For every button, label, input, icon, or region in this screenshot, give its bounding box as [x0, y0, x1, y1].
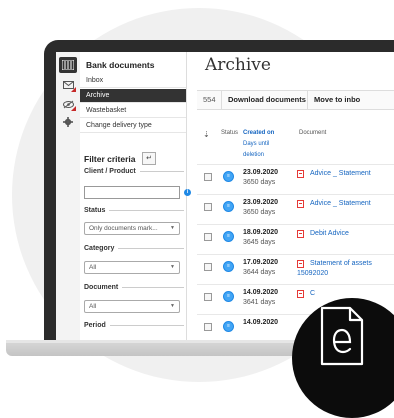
row-document-link-line2[interactable]: 15092020 [297, 270, 328, 277]
category-select-value: All [89, 264, 97, 271]
sidebar: Bank documents Inbox Archive Wastebasket… [80, 52, 191, 340]
main-panel: Archive 554 Download documents Move to i… [187, 52, 394, 340]
status-icon: ≡ [223, 291, 234, 302]
table-row[interactable]: ≡ 23.09.2020 3650 days Advice _ Statemen… [197, 164, 394, 195]
period-label-text: Period [84, 322, 106, 329]
sidebar-title: Bank documents [86, 60, 155, 70]
row-checkbox[interactable] [204, 203, 212, 211]
row-date: 17.09.2020 [243, 259, 279, 266]
status-icon: ≡ [223, 261, 234, 272]
status-label: Status [84, 207, 184, 214]
status-icon: ≡ [223, 231, 234, 242]
toolbar: 554 Download documents Move to inbo [197, 90, 394, 110]
row-date: 18.09.2020 [243, 229, 279, 236]
sort-icon[interactable]: ⇣ [203, 130, 210, 139]
client-product-input[interactable] [84, 186, 180, 199]
pdf-icon [297, 170, 304, 178]
document-e-icon [320, 306, 364, 366]
status-icon: ≡ [223, 201, 234, 212]
row-document-link[interactable]: Advice _ Statement [310, 170, 371, 177]
row-document-link[interactable]: Advice _ Statement [310, 200, 371, 207]
category-label: Category [84, 245, 184, 252]
sidebar-item-wastebasket[interactable]: Wastebasket [80, 104, 186, 118]
sidebar-item-archive[interactable]: Archive [80, 89, 186, 103]
row-document-link[interactable]: Statement of assets [310, 260, 372, 267]
pdf-icon [297, 260, 304, 268]
row-date: 14.09.2020 [243, 319, 279, 326]
row-date: 23.09.2020 [243, 199, 279, 206]
column-document[interactable]: Document [299, 128, 326, 139]
row-days: 3650 days [243, 179, 276, 186]
document-select[interactable]: All ▼ [84, 300, 180, 313]
status-icon: ≡ [223, 171, 234, 182]
status-icon: ≡ [223, 321, 234, 332]
category-select[interactable]: All ▼ [84, 261, 180, 274]
grid-icon[interactable] [59, 57, 77, 73]
pdf-icon [297, 200, 304, 208]
column-created-on[interactable]: Created on [243, 128, 274, 139]
row-document-link[interactable]: C [310, 290, 315, 297]
chevron-down-icon: ▼ [170, 225, 175, 231]
column-status[interactable]: Status [221, 128, 238, 139]
notification-marker [71, 106, 76, 111]
row-document-link[interactable]: Debit Advice [310, 230, 349, 237]
row-days: 3650 days [243, 209, 276, 216]
chevron-down-icon: ▼ [170, 303, 175, 309]
column-days-line1: Days until [243, 141, 270, 147]
app-screen: Bank documents Inbox Archive Wastebasket… [56, 52, 394, 340]
row-checkbox[interactable] [204, 173, 212, 181]
mail-icon[interactable] [59, 77, 77, 93]
filter-title: Filter criteria [84, 154, 136, 164]
row-checkbox[interactable] [204, 323, 212, 331]
chevron-down-icon: ▼ [170, 264, 175, 270]
category-label-text: Category [84, 245, 115, 252]
row-days: 3645 days [243, 239, 276, 246]
gear-icon[interactable] [59, 114, 77, 130]
status-select-value: Only documents mark... [89, 225, 158, 232]
row-days: 3641 days [243, 299, 276, 306]
row-checkbox[interactable] [204, 293, 212, 301]
document-label: Document [84, 284, 184, 291]
table-row[interactable]: ≡ 23.09.2020 3650 days Advice _ Statemen… [197, 194, 394, 225]
download-documents-button[interactable]: Download documents [221, 91, 306, 109]
table-row[interactable]: ≡ 17.09.2020 3644 days Statement of asse… [197, 254, 394, 285]
row-date: 23.09.2020 [243, 169, 279, 176]
document-select-value: All [89, 303, 97, 310]
filter-toggle-button[interactable]: ↵ [142, 152, 156, 165]
eye-off-icon[interactable] [59, 96, 77, 112]
row-date: 14.09.2020 [243, 289, 279, 296]
status-label-text: Status [84, 207, 106, 214]
table-header: ⇣ Status Created on Days until deletion … [197, 124, 394, 164]
icon-bar [56, 52, 81, 340]
client-product-label-text: Client / Product [84, 168, 136, 175]
move-to-inbox-button[interactable]: Move to inbo [307, 91, 360, 109]
row-checkbox[interactable] [204, 263, 212, 271]
page-title: Archive [205, 55, 271, 75]
notification-marker [71, 87, 76, 92]
status-select[interactable]: Only documents mark... ▼ [84, 222, 180, 235]
client-product-label: Client / Product [84, 168, 184, 175]
pdf-icon [297, 230, 304, 238]
sidebar-item-inbox[interactable]: Inbox [80, 74, 186, 88]
row-checkbox[interactable] [204, 233, 212, 241]
sidebar-item-change-delivery-type[interactable]: Change delivery type [80, 119, 186, 133]
document-label-text: Document [84, 284, 119, 291]
period-label: Period [84, 322, 184, 329]
table-row[interactable]: ≡ 18.09.2020 3645 days Debit Advice [197, 224, 394, 255]
pdf-icon [297, 290, 304, 298]
row-days: 3644 days [243, 269, 276, 276]
document-count: 554 [203, 95, 216, 104]
column-days-line2: deletion [243, 152, 265, 158]
